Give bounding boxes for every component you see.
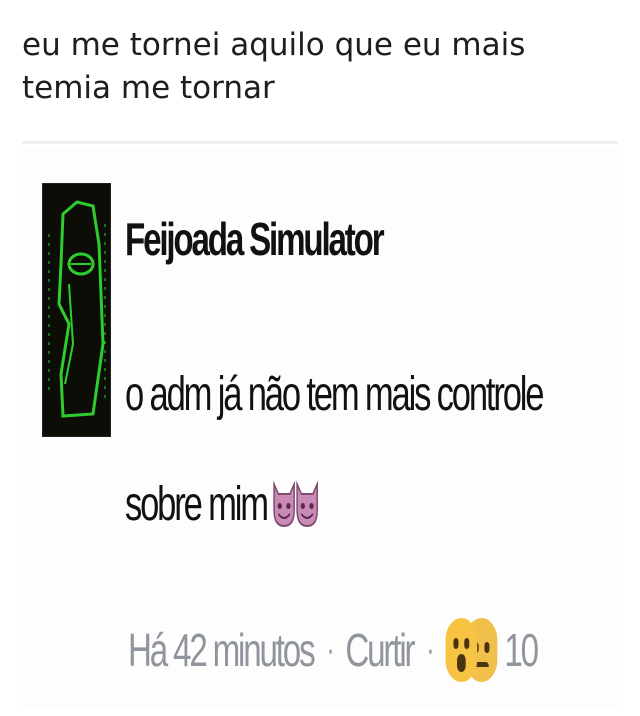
comment-meta: Há 42 minutos · Curtir · 10 [128, 610, 539, 690]
timestamp[interactable]: Há 42 minutos [128, 623, 316, 677]
separator-dot: · [426, 630, 434, 669]
comment: Feijoada Simulator o adm já não tem mais… [125, 210, 605, 531]
separator-dot: · [326, 630, 334, 669]
reactions[interactable] [445, 618, 498, 682]
reaction-count[interactable]: 10 [504, 623, 539, 677]
comment-author[interactable]: Feijoada Simulator [125, 210, 471, 268]
smiling-imp-icon [270, 458, 295, 528]
smiling-imp-icon [293, 458, 318, 528]
like-button[interactable]: Curtir [345, 623, 415, 677]
comment-body: o adm já não tem mais controle sobre mim [125, 340, 600, 560]
wow-reaction-icon [445, 618, 477, 682]
avatar[interactable] [42, 183, 111, 437]
post-text: eu me tornei aquilo que eu mais temia me… [22, 27, 526, 106]
comment-body-text: o adm já não tem mais controle sobre mim [125, 368, 545, 531]
divider [22, 141, 618, 144]
